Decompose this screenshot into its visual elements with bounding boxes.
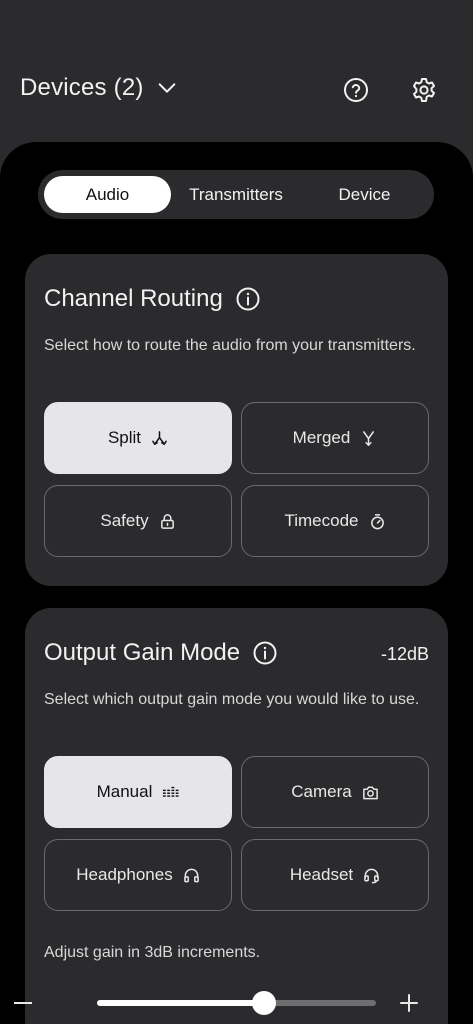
routing-merged-button[interactable]: Merged [241, 402, 429, 474]
safety-label: Safety [100, 511, 149, 530]
gain-decrease-button[interactable] [14, 1002, 32, 1004]
gain-headphones-button[interactable]: Headphones [44, 839, 232, 911]
split-icon [152, 430, 167, 445]
manual-label: Manual [96, 782, 153, 801]
merge-icon [363, 430, 375, 446]
output-gain-heading: Output Gain Mode [44, 639, 278, 667]
camera-label: Camera [291, 782, 352, 801]
info-icon[interactable] [235, 286, 261, 312]
split-label: Split [107, 428, 142, 447]
routing-safety-button[interactable]: Safety [44, 485, 232, 557]
gain-slider-track[interactable] [97, 1000, 376, 1006]
channel-routing-card: Channel Routing Select how to route the … [25, 254, 448, 586]
gain-headset-button[interactable]: Headset [241, 839, 429, 911]
gain-camera-button[interactable]: Camera [241, 756, 429, 828]
info-icon[interactable] [252, 640, 278, 666]
headphones-icon [183, 868, 199, 882]
tab-device[interactable]: Device [301, 176, 428, 213]
chevron-down-icon [158, 83, 175, 93]
tab-transmitters[interactable]: Transmitters [171, 176, 301, 213]
routing-timecode-button[interactable]: Timecode [241, 485, 429, 557]
headset-label: Headset [289, 865, 354, 884]
channel-routing-title: Channel Routing [44, 285, 223, 312]
gear-icon[interactable] [410, 76, 438, 104]
gain-slider-fill [97, 1000, 265, 1006]
gain-manual-button[interactable]: Manual [44, 756, 232, 828]
devices-title: Devices (2) [20, 74, 144, 101]
merged-label: Merged [292, 428, 351, 447]
output-gain-description: Select which output gain mode you would … [44, 691, 420, 708]
stopwatch-icon [370, 513, 384, 529]
routing-split-button[interactable]: Split [44, 402, 232, 474]
headset-icon [364, 868, 380, 883]
tab-audio[interactable]: Audio [44, 176, 171, 213]
channel-routing-heading: Channel Routing [44, 285, 261, 313]
output-gain-card: Output Gain Mode -12dB Select which outp… [25, 608, 448, 1024]
channel-routing-description: Select how to route the audio from your … [44, 337, 416, 354]
devices-dropdown[interactable]: Devices (2) [20, 74, 178, 102]
help-circle-icon[interactable] [342, 76, 370, 104]
tab-bar: Audio Transmitters Device [38, 170, 434, 219]
gain-value: -12dB [380, 644, 429, 664]
level-bars-icon [163, 786, 179, 797]
adjust-gain-text: Adjust gain in 3dB increments. [44, 944, 261, 961]
camera-icon [362, 786, 378, 799]
output-gain-title: Output Gain Mode [44, 639, 241, 666]
timecode-label: Timecode [284, 511, 359, 530]
lock-icon [160, 513, 174, 529]
headphones-label: Headphones [76, 865, 173, 884]
gain-increase-button[interactable] [400, 994, 418, 1012]
